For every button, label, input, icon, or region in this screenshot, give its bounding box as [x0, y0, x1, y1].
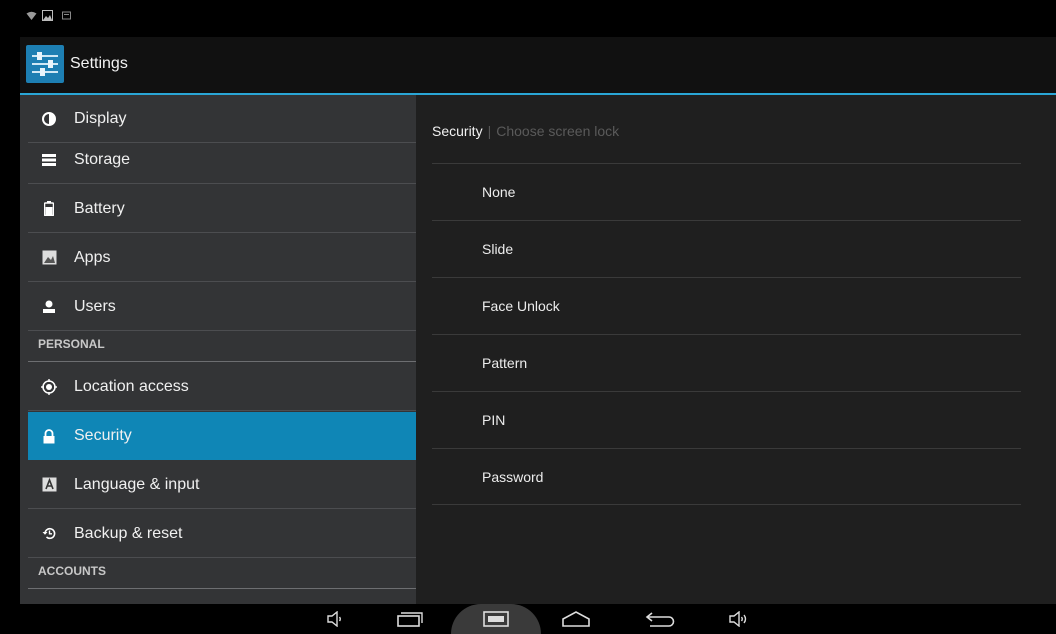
- lock-icon: [41, 428, 57, 444]
- image-icon: [42, 10, 53, 21]
- battery-icon: [41, 201, 57, 217]
- screenshot-icon[interactable]: [451, 604, 541, 634]
- option-pattern[interactable]: Pattern: [432, 334, 1021, 391]
- option-pin[interactable]: PIN: [432, 391, 1021, 448]
- section-header-accounts: ACCOUNTS: [28, 559, 416, 589]
- page-title: Settings: [70, 55, 128, 72]
- option-face-unlock[interactable]: Face Unlock: [432, 277, 1021, 334]
- sidebar-item-security[interactable]: Security: [28, 412, 416, 460]
- sidebar-item-label: Users: [74, 297, 116, 315]
- breadcrumb: Security | Choose screen lock: [432, 123, 619, 139]
- sidebar-item-label: Battery: [74, 199, 125, 217]
- location-icon: [41, 378, 57, 395]
- device-frame: Settings Display Storage Battery Apps Us…: [20, 0, 1056, 634]
- sidebar-item-label: Display: [74, 109, 127, 127]
- sidebar-item-label: Language & input: [74, 475, 200, 493]
- option-slide[interactable]: Slide: [432, 220, 1021, 277]
- settings-sidebar: Display Storage Battery Apps Users PERSO…: [20, 95, 416, 604]
- status-bar: [20, 0, 1056, 37]
- sidebar-item-label: Storage: [74, 150, 131, 168]
- sidebar-item-language-input[interactable]: Language & input: [28, 461, 416, 509]
- settings-icon[interactable]: [26, 45, 64, 83]
- breadcrumb-sub: Choose screen lock: [496, 123, 620, 139]
- sidebar-item-apps[interactable]: Apps: [28, 234, 416, 282]
- back-icon[interactable]: [642, 604, 678, 634]
- storage-icon: [41, 152, 57, 168]
- sidebar-item-users[interactable]: Users: [28, 283, 416, 331]
- section-header-personal: PERSONAL: [28, 332, 416, 362]
- wifi-icon: [26, 10, 37, 21]
- option-password[interactable]: Password: [432, 448, 1021, 505]
- volume-down-icon[interactable]: [320, 604, 350, 634]
- sidebar-item-storage[interactable]: Storage: [28, 136, 416, 184]
- breadcrumb-separator: |: [487, 123, 492, 139]
- notification-icon: [61, 10, 72, 21]
- recents-icon[interactable]: [393, 604, 427, 634]
- users-icon: [41, 299, 57, 315]
- sidebar-item-label: Backup & reset: [74, 524, 183, 542]
- navigation-bar: [20, 604, 1056, 634]
- display-icon: [41, 111, 57, 127]
- sidebar-item-label: Apps: [74, 248, 111, 266]
- breadcrumb-current[interactable]: Security: [432, 123, 483, 139]
- backup-icon: [41, 526, 57, 542]
- home-icon[interactable]: [558, 604, 594, 634]
- apps-icon: [41, 250, 57, 266]
- sidebar-item-location-access[interactable]: Location access: [28, 363, 416, 411]
- sidebar-item-battery[interactable]: Battery: [28, 185, 416, 233]
- sidebar-item-label: Security: [74, 427, 132, 444]
- detail-pane: Security | Choose screen lock None Slide F…: [416, 95, 1056, 604]
- option-none[interactable]: None: [432, 163, 1021, 220]
- sidebar-item-backup-reset[interactable]: Backup & reset: [28, 510, 416, 558]
- screen-lock-options: None Slide Face Unlock Pattern PIN Passw…: [432, 163, 1021, 505]
- language-icon: [41, 477, 57, 493]
- action-bar: Settings: [20, 37, 1056, 95]
- volume-up-icon[interactable]: [722, 604, 756, 634]
- sidebar-item-label: Location access: [74, 377, 189, 395]
